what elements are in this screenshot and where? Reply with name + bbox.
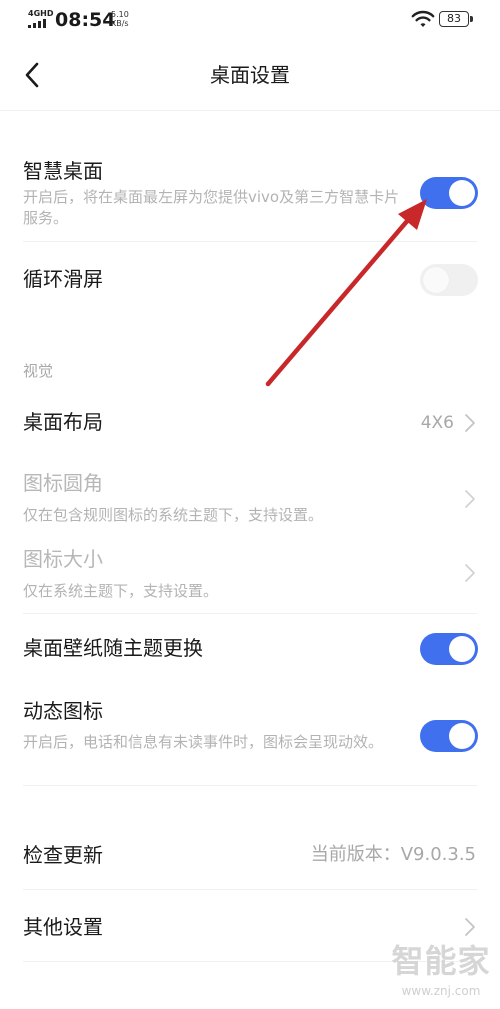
chevron-right-icon — [465, 918, 475, 936]
setting-description: 开启后，将在桌面最左屏为您提供vivo及第三方智慧卡片服务。 — [23, 188, 400, 227]
setting-description: 仅在系统主题下，支持设置。 — [23, 582, 219, 600]
watermark-text: 智能家 — [391, 942, 491, 980]
setting-title: 其他设置 — [23, 915, 103, 939]
setting-icon-size[interactable]: 图标大小 仅在系统主题下，支持设置。 — [0, 538, 500, 614]
status-bar: 4GHD 08:54 5.10 KB/s 83 — [0, 0, 500, 40]
setting-icon-corner[interactable]: 图标圆角 仅在包含规则图标的系统主题下，支持设置。 — [0, 462, 500, 538]
setting-dynamic-icon[interactable]: 动态图标 开启后，电话和信息有未读事件时，图标会呈现动效。 — [0, 686, 500, 786]
setting-title: 桌面布局 — [23, 410, 103, 434]
loop-scroll-toggle[interactable] — [420, 264, 478, 296]
toggle-knob — [423, 267, 449, 293]
toggle-knob — [449, 636, 475, 662]
smart-desktop-toggle[interactable] — [420, 177, 478, 209]
setting-title: 动态图标 — [23, 699, 103, 723]
row-divider — [23, 785, 477, 786]
wifi-icon — [411, 10, 435, 27]
current-version: 当前版本：V9.0.3.5 — [310, 844, 476, 865]
signal-bars-icon — [28, 19, 46, 28]
setting-title: 检查更新 — [23, 843, 103, 867]
setting-title: 循环滑屏 — [23, 267, 103, 291]
setting-description: 仅在包含规则图标的系统主题下，支持设置。 — [23, 506, 324, 524]
desktop-layout-value: 4X6 — [420, 413, 454, 433]
setting-check-update[interactable]: 检查更新 当前版本：V9.0.3.5 — [0, 818, 500, 890]
status-time: 08:54 — [55, 9, 116, 31]
setting-desktop-layout[interactable]: 桌面布局 4X6 — [0, 392, 500, 454]
battery-level: 83 — [447, 12, 461, 25]
chevron-right-icon — [465, 414, 475, 432]
setting-wallpaper-theme[interactable]: 桌面壁纸随主题更换 — [0, 614, 500, 686]
toggle-knob — [449, 180, 475, 206]
chevron-right-icon — [465, 564, 475, 582]
battery-icon: 83 — [439, 11, 473, 27]
setting-smart-desktop[interactable]: 智慧桌面 开启后，将在桌面最左屏为您提供vivo及第三方智慧卡片服务。 — [0, 150, 500, 242]
header-divider — [0, 110, 500, 111]
setting-title: 图标圆角 — [23, 471, 103, 495]
setting-title: 桌面壁纸随主题更换 — [23, 636, 203, 660]
network-speed-value: 5.10 — [111, 10, 129, 19]
setting-title: 智慧桌面 — [23, 159, 103, 183]
network-type-label: 4GHD — [28, 9, 54, 18]
page-title: 桌面设置 — [210, 63, 290, 87]
watermark-logo: 智能家 www.znj.com — [388, 942, 498, 1002]
wallpaper-theme-toggle[interactable] — [420, 633, 478, 665]
network-speed-unit: KB/s — [111, 19, 129, 28]
cellular-signal-icon: 4GHD — [28, 9, 54, 28]
toggle-knob — [449, 723, 475, 749]
setting-loop-scroll[interactable]: 循环滑屏 — [0, 242, 500, 318]
network-speed: 5.10 KB/s — [111, 10, 137, 28]
setting-title: 图标大小 — [23, 547, 103, 571]
section-label-visual: 视觉 — [23, 362, 54, 380]
top-app-bar: 桌面设置 — [0, 40, 500, 110]
dynamic-icon-toggle[interactable] — [420, 720, 478, 752]
setting-description: 开启后，电话和信息有未读事件时，图标会呈现动效。 — [23, 733, 384, 751]
watermark-url: www.znj.com — [401, 984, 481, 998]
chevron-right-icon — [465, 490, 475, 508]
